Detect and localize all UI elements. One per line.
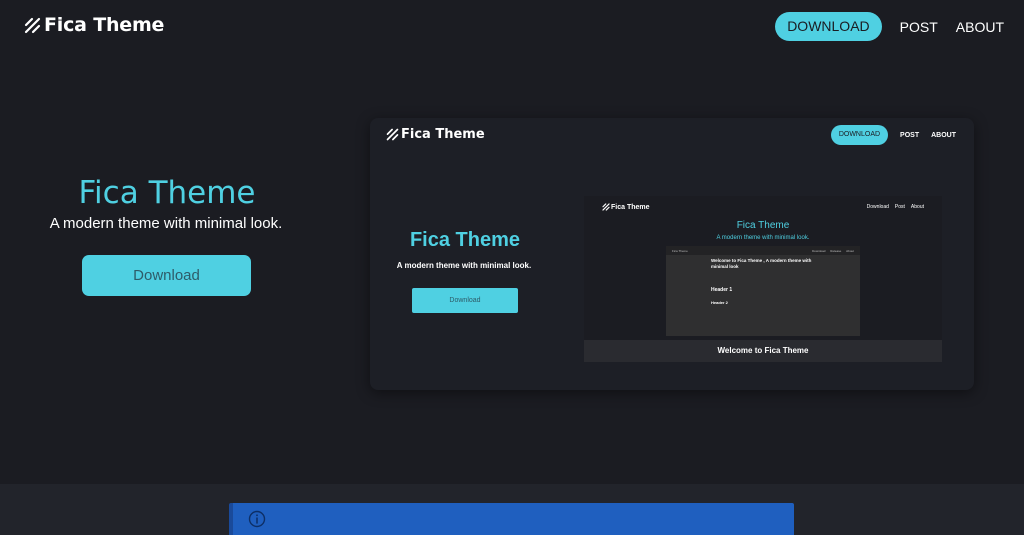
preview-brand: Fica Theme [386,127,485,142]
preview-download-button: DOWNLOAD [830,125,889,145]
nav-links: DOWNLOAD POST ABOUT [775,12,1004,41]
screenshot-footer-title: Welcome to Fica Theme [584,340,942,362]
screenshot-brand-name: Fica Theme [611,203,650,211]
nav-about-link[interactable]: ABOUT [956,19,1004,35]
screenshot-nav: Download Post About [867,204,924,210]
document-nav-release: Release [830,248,842,253]
nav-download-button[interactable]: DOWNLOAD [775,12,882,41]
brand[interactable]: Fica Theme [24,14,164,36]
document-text-line: ​ [711,280,816,285]
screenshot-title: Fica Theme [736,220,790,231]
document-nav-bar: Fica Theme Download Release About [666,246,860,255]
stripes-logo-icon [24,17,41,33]
preview-about-link: ABOUT [931,131,956,139]
document-nav-about: About [846,248,854,253]
screenshot-brand: Fica Theme [602,203,650,211]
info-alert [229,503,794,535]
screenshot-subtitle: A modern theme with minimal look. [716,235,810,241]
theme-preview-card: Fica Theme DOWNLOAD POST ABOUT Fica Them… [370,118,974,390]
document-header-2: Header 2 [711,300,728,305]
preview-screenshot: Fica Theme Download Post About Fica Them… [584,196,942,362]
document-heading: Welcome to Fica Theme , A modern theme w… [711,258,812,269]
screenshot-nav-post: Post [894,204,905,210]
info-circle-icon [248,510,266,528]
preview-post-link: POST [900,131,920,139]
preview-download-cta: Download [412,288,518,313]
preview-title: Fica Theme [409,229,521,251]
hero-download-button[interactable]: Download [82,255,251,296]
document-body: Welcome to Fica Theme , A modern theme w… [666,255,816,305]
preview-nav: DOWNLOAD POST ABOUT [830,125,956,145]
screenshot-document: Fica Theme Download Release About Welcom… [666,246,860,336]
preview-subtitle: A modern theme with minimal look. [396,261,532,270]
preview-brand-name: Fica Theme [401,127,485,142]
screenshot-nav-about: About [910,204,924,210]
stripes-logo-icon [602,203,610,211]
document-nav: Download Release About [808,249,854,253]
screenshot-nav-download: Download [866,204,889,210]
brand-name: Fica Theme [44,14,165,36]
document-nav-download: Download [812,248,826,253]
nav-post-link[interactable]: POST [900,19,938,35]
document-brand: Fica Theme [672,248,688,253]
hero-subtitle: A modern theme with minimal look. [49,215,283,232]
stripes-logo-icon [386,128,399,141]
top-nav: Fica Theme DOWNLOAD POST ABOUT [0,0,1024,52]
hero-title: Fica Theme [78,175,256,211]
bottom-section [0,484,1024,535]
document-text-line: ​ [711,293,816,298]
